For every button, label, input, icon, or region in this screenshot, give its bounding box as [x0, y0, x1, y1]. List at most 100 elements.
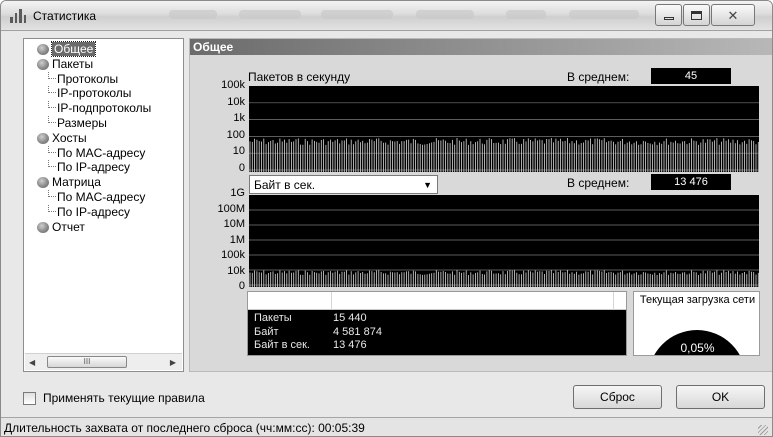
- title-bar[interactable]: Статистика ✕: [1, 1, 772, 31]
- node-bullet-icon: [37, 177, 49, 189]
- tree-item-label: Отчет: [52, 219, 85, 234]
- tree-branch-line: [48, 145, 56, 153]
- close-button[interactable]: ✕: [711, 4, 755, 26]
- tree-branch-line: [48, 115, 56, 123]
- window-title: Статистика: [33, 9, 97, 23]
- packets-avg-label: В среднем:: [567, 70, 630, 84]
- metric-dropdown-value: Байт в сек.: [254, 178, 316, 192]
- network-load-percent: 0,05%: [680, 341, 715, 355]
- tree-branch-line: [48, 86, 56, 94]
- checkbox-icon[interactable]: [23, 391, 36, 405]
- y-tick-label: 100k: [221, 79, 245, 91]
- tree-item[interactable]: Хосты: [24, 131, 183, 146]
- tree-item-label: Хосты: [52, 130, 87, 145]
- node-bullet-icon: [37, 221, 49, 233]
- tree-item[interactable]: Пакеты: [24, 57, 183, 72]
- title-bar-blur: [506, 10, 546, 19]
- bar-chart-icon: [10, 9, 26, 23]
- scroll-left-icon[interactable]: ◀: [29, 358, 35, 367]
- bytes-avg-value: 13 476: [651, 174, 731, 190]
- node-bullet-icon: [37, 44, 49, 55]
- navigation-tree-panel: Общее Пакеты Протоколы IP-протоколы IP-подпр…: [23, 38, 184, 372]
- tree-branch-line: [48, 189, 56, 197]
- column-header[interactable]: [332, 292, 614, 310]
- y-tick-label: 100k: [221, 249, 245, 261]
- packets-per-second-graph: [249, 86, 759, 172]
- scroll-right-icon[interactable]: ▶: [170, 358, 176, 367]
- apply-rules-checkbox[interactable]: Применять текущие правила: [23, 391, 205, 405]
- y-tick-label: 1k: [233, 112, 245, 125]
- horizontal-scrollbar[interactable]: ◀ III ▶: [25, 353, 182, 370]
- tree-branch-line: [48, 101, 56, 109]
- metric-dropdown[interactable]: Байт в сек. ▼: [249, 175, 438, 194]
- tree-item[interactable]: По MAC-адресу: [24, 189, 183, 205]
- summary-table-header: [248, 292, 626, 310]
- reset-button[interactable]: Сброс: [573, 385, 662, 409]
- title-bar-blur: [416, 10, 474, 19]
- packets-chart-title: Пакетов в секунду: [248, 70, 351, 84]
- network-load-title: Текущая загрузка сети: [639, 294, 756, 306]
- tree-item-label: Размеры: [57, 115, 107, 130]
- y-tick-label: 10: [232, 145, 245, 158]
- minimize-button[interactable]: [655, 4, 682, 26]
- node-bullet-icon: [37, 58, 49, 70]
- tree-item-label: Общее: [50, 41, 97, 57]
- node-bullet-icon: [37, 132, 49, 144]
- tree-item[interactable]: IP-протоколы: [24, 86, 183, 101]
- tree-branch-line: [48, 160, 56, 168]
- tree-item[interactable]: По IP-адресу: [24, 204, 183, 220]
- summary-value: 13 476: [333, 339, 367, 351]
- summary-key: Байт: [254, 325, 279, 338]
- tree-branch-line: [48, 204, 56, 212]
- tree-item[interactable]: Отчет: [24, 220, 183, 235]
- bytes-avg-label: В среднем:: [567, 176, 630, 190]
- tree-item-label: IP-протоколы: [57, 86, 132, 101]
- summary-key: Пакеты: [254, 312, 292, 324]
- network-load-gauge: Текущая загрузка сети 0,05%: [633, 291, 760, 356]
- chevron-down-icon: ▼: [423, 180, 432, 190]
- ok-button[interactable]: OK: [676, 385, 765, 409]
- tree-item-label: По MAC-адресу: [57, 145, 146, 160]
- capture-duration-text: Длительность захвата от последнего сброс…: [4, 421, 365, 435]
- summary-value: 4 581 874: [333, 325, 382, 338]
- close-icon: ✕: [727, 7, 739, 23]
- maximize-icon: [691, 10, 702, 20]
- title-bar-blur: [239, 10, 301, 19]
- y-tick-label: 0: [238, 280, 245, 292]
- statistics-window: Статистика ✕ Общее Пакеты Протоколы IP-прот…: [0, 0, 773, 437]
- summary-row: Байт 4 581 874: [248, 326, 626, 340]
- maximize-button[interactable]: [683, 4, 710, 26]
- title-bar-blur: [569, 10, 639, 19]
- y-tick-label: 10k: [227, 264, 245, 277]
- title-bar-blur: [321, 10, 393, 19]
- y-tick-label: 10M: [223, 218, 245, 230]
- tree-item[interactable]: Размеры: [24, 115, 183, 131]
- column-header[interactable]: [248, 292, 332, 310]
- tree-item-label: Протоколы: [57, 71, 119, 86]
- navigation-tree: Общее Пакеты Протоколы IP-протоколы IP-подпр…: [24, 39, 183, 353]
- dialog-footer: Применять текущие правила Сброс OK: [1, 379, 772, 416]
- general-stats-panel: Общее Пакетов в секунду В среднем: 45 10…: [189, 38, 772, 372]
- tree-item[interactable]: Протоколы: [24, 71, 183, 87]
- title-bar-blur: [169, 10, 217, 19]
- packets-avg-value: 45: [651, 68, 731, 84]
- summary-row: Пакеты 15 440: [248, 312, 626, 326]
- apply-rules-label: Применять текущие правила: [43, 391, 205, 405]
- y-tick-label: 0: [238, 162, 245, 174]
- y-tick-label: 1M: [229, 233, 245, 246]
- scrollbar-thumb[interactable]: III: [47, 356, 127, 368]
- tree-item[interactable]: IP-подпротоколы: [24, 101, 183, 116]
- tree-item[interactable]: По IP-адресу: [24, 160, 183, 175]
- tree-item[interactable]: По MAC-адресу: [24, 145, 183, 161]
- tree-item-label: По IP-адресу: [57, 160, 130, 175]
- tree-item-label: Матрица: [52, 175, 101, 190]
- resize-grip-icon[interactable]: [758, 425, 768, 435]
- summary-table-body: Пакеты 15 440 Байт 4 581 874 Байт в сек. 13 4…: [248, 310, 626, 355]
- bytes-per-second-graph: [249, 195, 759, 287]
- tree-item[interactable]: Общее: [24, 41, 183, 57]
- tree-item[interactable]: Матрица: [24, 175, 183, 190]
- tree-item-label: Пакеты: [52, 56, 94, 71]
- tree-branch-line: [48, 71, 56, 79]
- summary-row: Байт в сек. 13 476: [248, 339, 626, 353]
- y-tick-label: 100M: [217, 202, 245, 215]
